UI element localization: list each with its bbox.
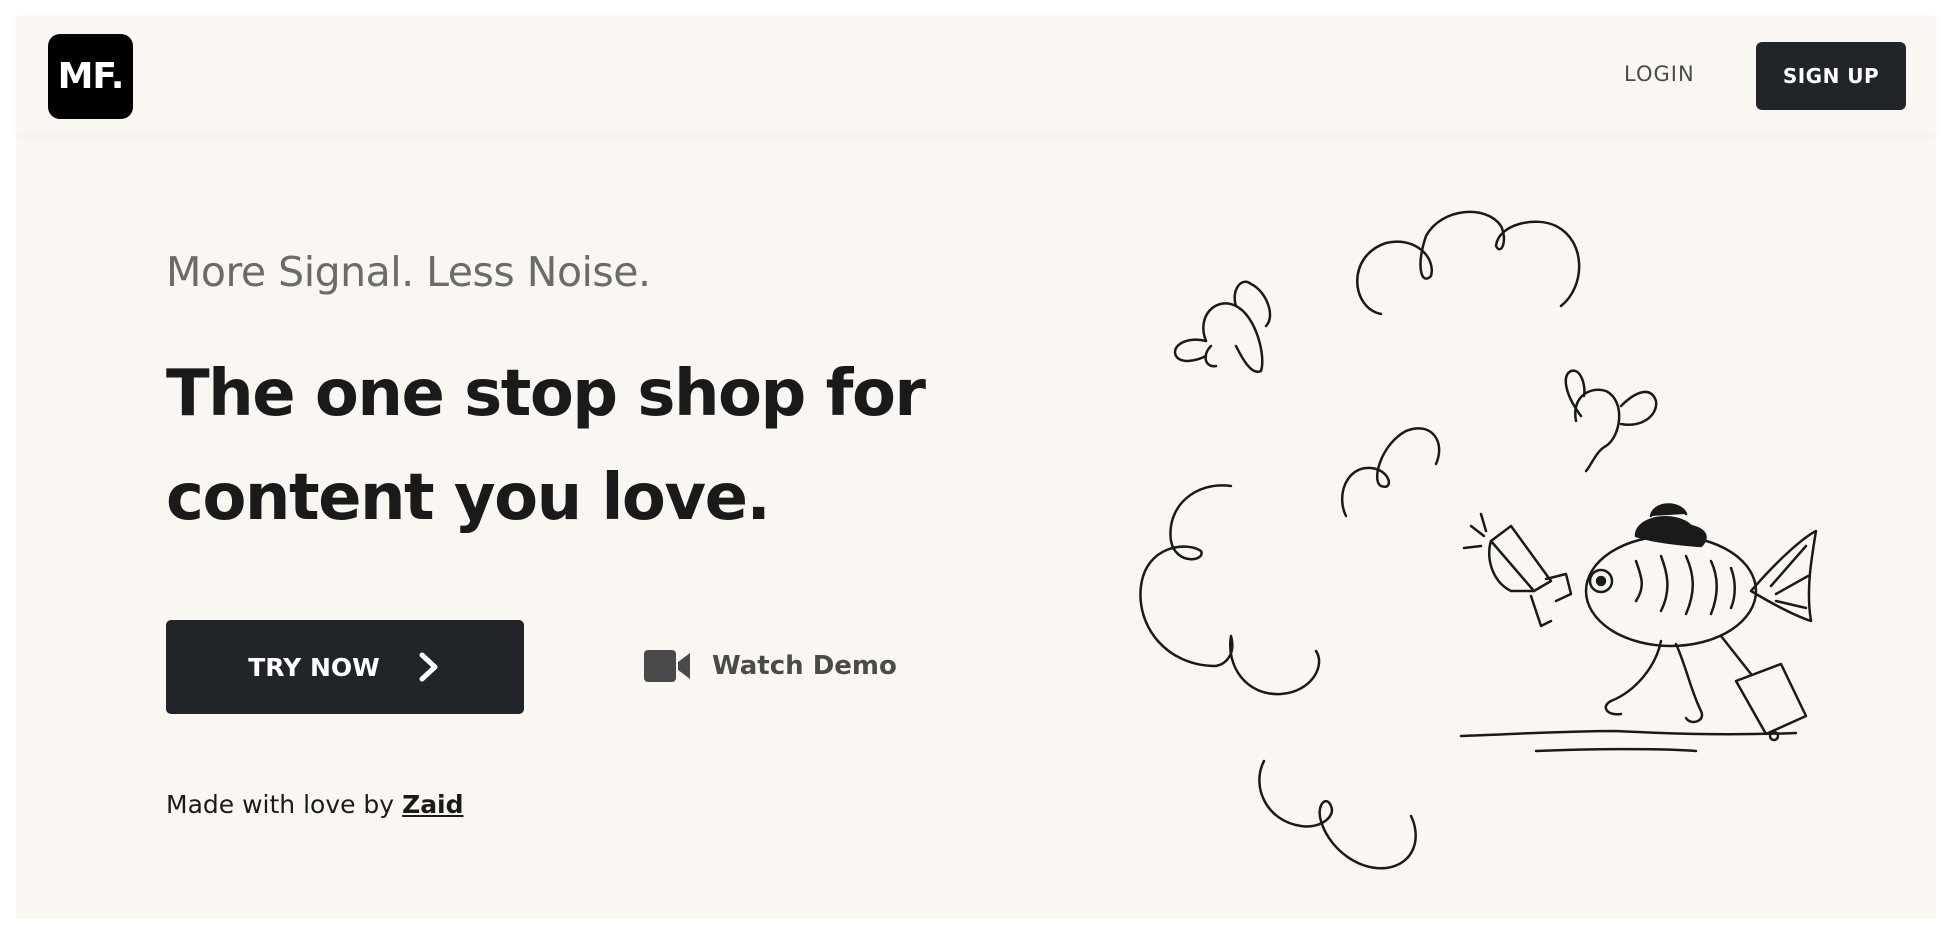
- winged-ear-left-icon: [1173, 280, 1272, 373]
- ground-line-2: [1534, 747, 1698, 753]
- credit-prefix: Made with love by: [166, 790, 403, 819]
- ground-line: [1459, 729, 1798, 738]
- video-camera-icon: [644, 650, 690, 682]
- signup-button[interactable]: SIGN UP: [1756, 42, 1906, 110]
- cloud-top: [1356, 210, 1581, 316]
- logo[interactable]: MF.: [48, 34, 133, 119]
- login-link[interactable]: LOGIN: [1624, 62, 1695, 86]
- credit-text: Made with love by Zaid: [166, 790, 464, 819]
- try-now-label: TRY NOW: [248, 652, 380, 682]
- credit-author-link[interactable]: Zaid: [402, 790, 463, 819]
- navbar: MF. LOGIN SIGN UP: [16, 16, 1936, 134]
- winged-ear-right-icon: [1564, 369, 1658, 473]
- chevron-right-icon: [419, 652, 438, 682]
- watch-demo-label: Watch Demo: [712, 651, 897, 681]
- page: MF. LOGIN SIGN UP More Signal. Less Nois…: [16, 16, 1936, 918]
- cloud-bottom: [1258, 759, 1417, 870]
- headline-line-1: The one stop shop for: [166, 357, 926, 431]
- fish-character: [1584, 503, 1818, 742]
- megaphone-icon: [1462, 512, 1573, 628]
- tagline: More Signal. Less Noise.: [166, 248, 651, 296]
- cloud-middle: [1340, 427, 1441, 518]
- headline: The one stop shop for content you love.: [166, 342, 966, 550]
- watch-demo-button[interactable]: Watch Demo: [644, 646, 897, 686]
- headline-line-2: content you love.: [166, 461, 771, 535]
- fish-megaphone-illustration: [1139, 210, 1818, 870]
- try-now-button[interactable]: TRY NOW: [166, 620, 524, 714]
- cloud-left: [1139, 484, 1321, 696]
